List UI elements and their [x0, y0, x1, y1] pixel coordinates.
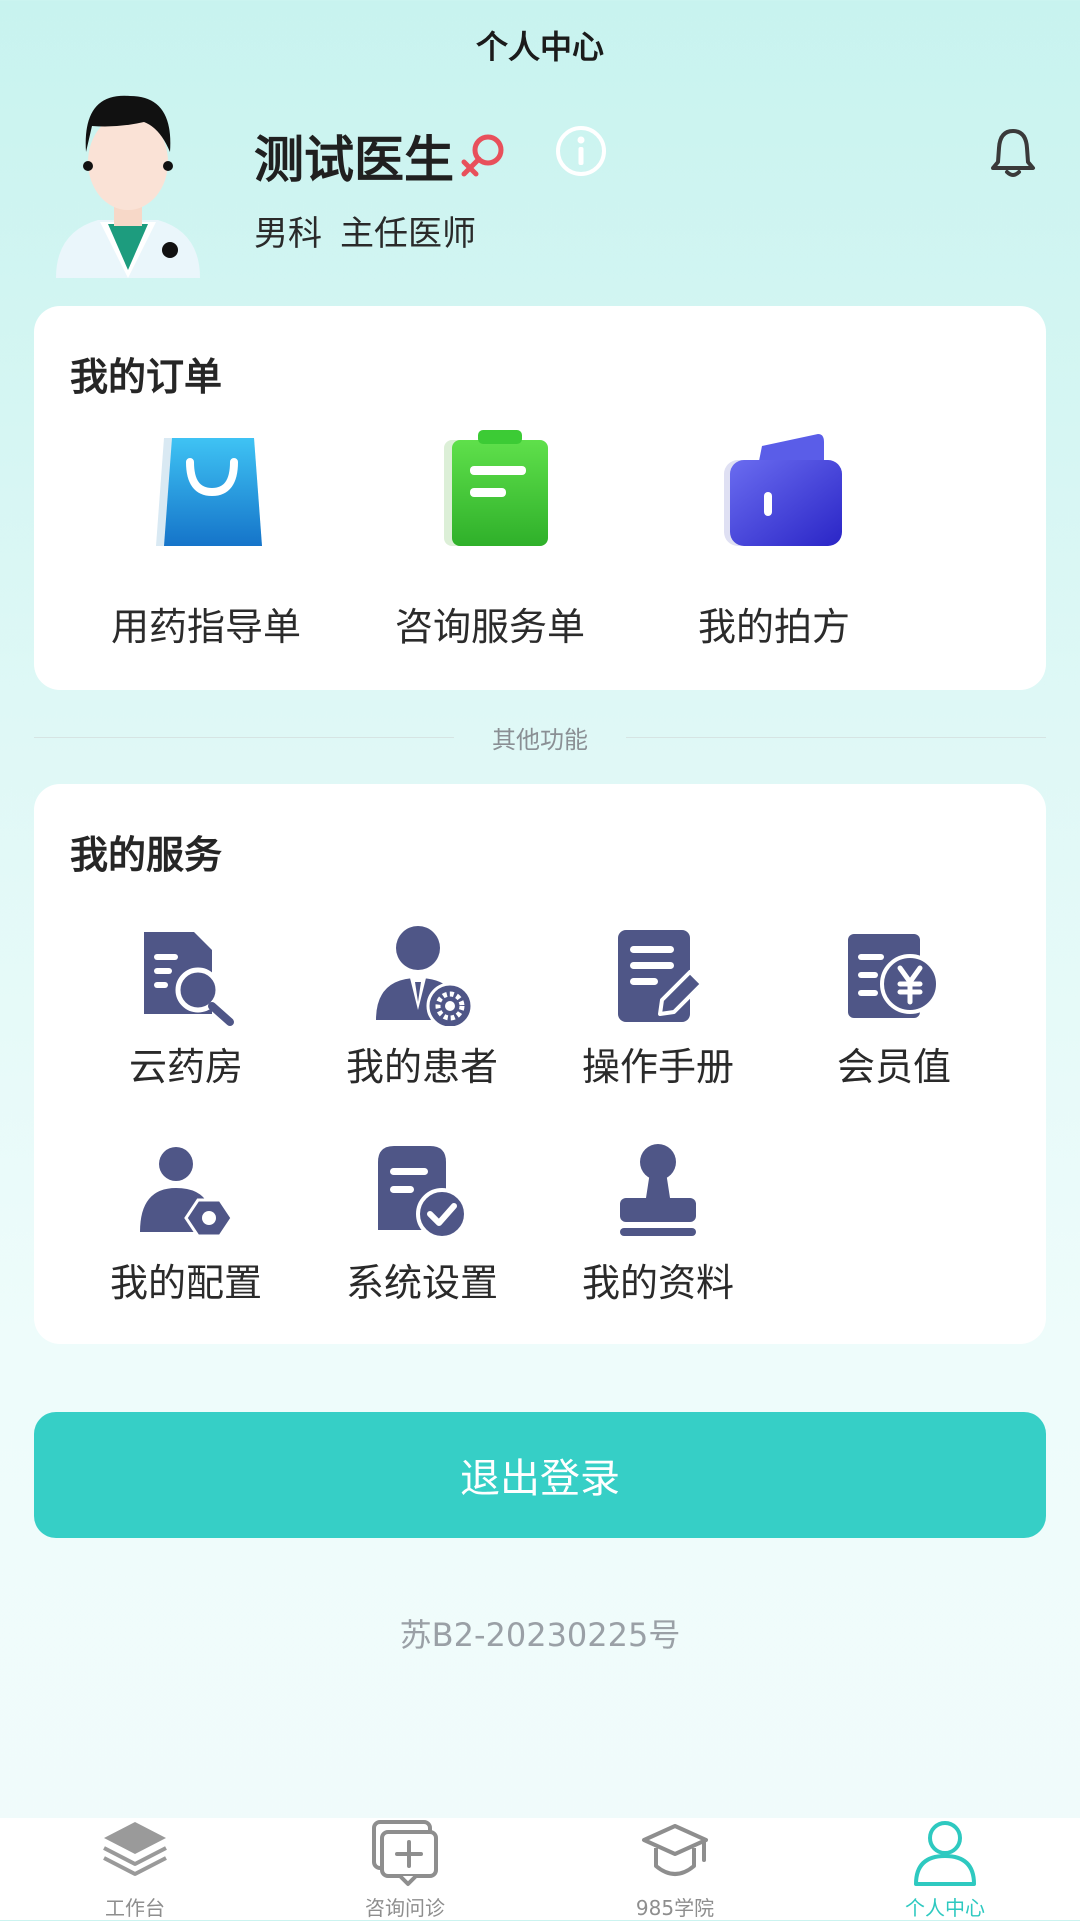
service-item-label: 云药房: [128, 1045, 243, 1089]
doctor-position: 主任医师: [340, 214, 476, 254]
order-item-label: 我的拍方: [697, 605, 850, 649]
order-item-label: 用药指导单: [110, 605, 301, 649]
nav-item-workbench[interactable]: 工作台: [0, 1818, 270, 1920]
orders-title: 我的订单: [70, 355, 223, 399]
nav-item-label: 985学院: [635, 1896, 715, 1920]
service-item-label: 操作手册: [581, 1045, 734, 1089]
section-divider: 其他功能: [34, 720, 1046, 754]
graduation-cap-icon: [640, 1818, 710, 1888]
bell-icon[interactable]: [990, 126, 1036, 178]
doctor-name: 测试医生: [254, 131, 454, 189]
layers-icon: [100, 1818, 170, 1888]
document-edit-icon: [608, 926, 708, 1026]
nav-item-label: 咨询问诊: [365, 1896, 445, 1920]
service-item-my-profile[interactable]: 我的资料: [546, 1142, 766, 1312]
services-card: 我的服务 云药房 我的患者 操作手册 会员值 我的配置 系统设置 我的资料: [34, 784, 1046, 1344]
service-item-label: 系统设置: [345, 1261, 498, 1305]
nav-item-personal-center[interactable]: 个人中心: [810, 1818, 1080, 1920]
order-item-consultation[interactable]: 咨询服务单: [350, 426, 630, 666]
doctor-gear-icon: [372, 926, 474, 1030]
user-settings-icon: [136, 1142, 236, 1242]
clipboard-icon: [434, 426, 558, 550]
orders-card: 我的订单 用药指导单 咨询服务单 我的拍方: [34, 306, 1046, 690]
info-circle-icon[interactable]: [554, 124, 608, 178]
doctor-meta: 男科 主任医师: [254, 206, 494, 255]
service-item-label: 我的患者: [345, 1045, 498, 1089]
service-item-label: 我的资料: [581, 1261, 734, 1305]
service-item-my-config[interactable]: 我的配置: [74, 1142, 294, 1312]
shopping-bag-icon: [150, 426, 274, 550]
female-symbol-icon: [458, 130, 508, 180]
service-item-manual[interactable]: 操作手册: [546, 926, 766, 1096]
page-title: 个人中心: [475, 28, 604, 66]
divider-label: 其他功能: [492, 726, 588, 754]
nav-item-label: 个人中心: [905, 1896, 985, 1920]
nav-item-label: 工作台: [105, 1896, 165, 1920]
service-item-cloud-pharmacy[interactable]: 云药房: [74, 926, 294, 1096]
document-yen-icon: [844, 926, 944, 1026]
services-title: 我的服务: [70, 833, 223, 877]
order-item-medication-guide[interactable]: 用药指导单: [66, 426, 346, 666]
user-icon: [910, 1818, 980, 1888]
service-item-membership[interactable]: 会员值: [782, 926, 1002, 1096]
service-item-label: 我的配置: [109, 1261, 262, 1305]
service-item-my-patients[interactable]: 我的患者: [310, 926, 530, 1096]
nav-item-academy[interactable]: 985学院: [540, 1818, 810, 1920]
nav-item-consultation[interactable]: 咨询问诊: [270, 1818, 540, 1920]
chat-plus-icon: [370, 1818, 440, 1888]
document-search-icon: [136, 926, 236, 1026]
stamp-icon: [608, 1142, 708, 1242]
wallet-icon: [718, 426, 842, 550]
bottom-nav: 工作台 咨询问诊 985学院 个人中心: [0, 1818, 1080, 1920]
order-item-label: 咨询服务单: [394, 605, 585, 649]
license-number: 苏B2-20230225号: [399, 1616, 681, 1654]
order-item-my-prescription[interactable]: 我的拍方: [634, 426, 914, 666]
document-check-icon: [372, 1142, 472, 1242]
avatar[interactable]: [48, 82, 208, 278]
service-item-label: 会员值: [836, 1045, 951, 1089]
service-item-system-settings[interactable]: 系统设置: [310, 1142, 530, 1312]
doctor-department: 男科: [254, 214, 322, 254]
logout-button[interactable]: 退出登录: [34, 1412, 1046, 1538]
